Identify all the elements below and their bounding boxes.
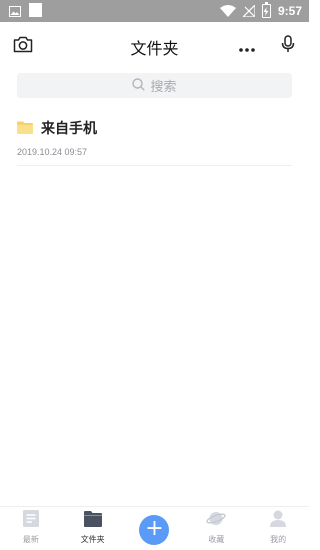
folder-list: 来自手机 2019.10.24 09:57 (17, 112, 292, 166)
person-icon (270, 510, 287, 531)
status-time: 9:57 (277, 4, 302, 18)
folder-icon (83, 511, 102, 531)
add-button[interactable]: + (139, 514, 170, 545)
microphone-icon (281, 35, 295, 57)
search-input[interactable]: 搜索 (17, 73, 292, 98)
no-signal-icon (241, 2, 256, 21)
nav-label: 文件夹 (80, 535, 105, 544)
nav-add: + (124, 507, 186, 550)
nav-label: 我的 (270, 535, 287, 544)
camera-button[interactable] (11, 34, 35, 58)
app-screen: 9:57 文件夹 搜索 来自手机 2019.10.24 09:57 最新 文件夹… (0, 0, 309, 550)
document-icon (22, 510, 39, 531)
page-title: 文件夹 (130, 39, 179, 58)
battery-charging-icon (261, 2, 271, 18)
wifi-icon (219, 2, 236, 21)
nav-label: 收藏 (208, 535, 225, 544)
list-item[interactable]: 来自手机 2019.10.24 09:57 (17, 112, 292, 166)
nav-folders[interactable]: 文件夹 (62, 507, 124, 550)
more-button[interactable] (235, 34, 259, 58)
folder-name: 来自手机 (41, 121, 97, 137)
nav-latest[interactable]: 最新 (0, 507, 62, 550)
search-placeholder: 搜索 (150, 80, 177, 95)
folder-icon (17, 119, 33, 138)
search-icon (132, 76, 146, 95)
nav-label: 最新 (22, 535, 39, 544)
nav-me[interactable]: 我的 (247, 507, 309, 550)
more-icon (239, 37, 255, 56)
image-icon (9, 2, 21, 21)
app-header: 文件夹 (0, 22, 309, 70)
bottom-nav: 最新 文件夹 + 收藏 我的 (0, 506, 309, 550)
planet-icon (206, 510, 226, 531)
camera-icon (13, 36, 33, 57)
status-bar: 9:57 (0, 0, 309, 22)
sim-card-icon (29, 2, 42, 21)
nav-favorites[interactable]: 收藏 (185, 507, 247, 550)
voice-button[interactable] (276, 34, 300, 58)
folder-date: 2019.10.24 09:57 (17, 147, 88, 157)
